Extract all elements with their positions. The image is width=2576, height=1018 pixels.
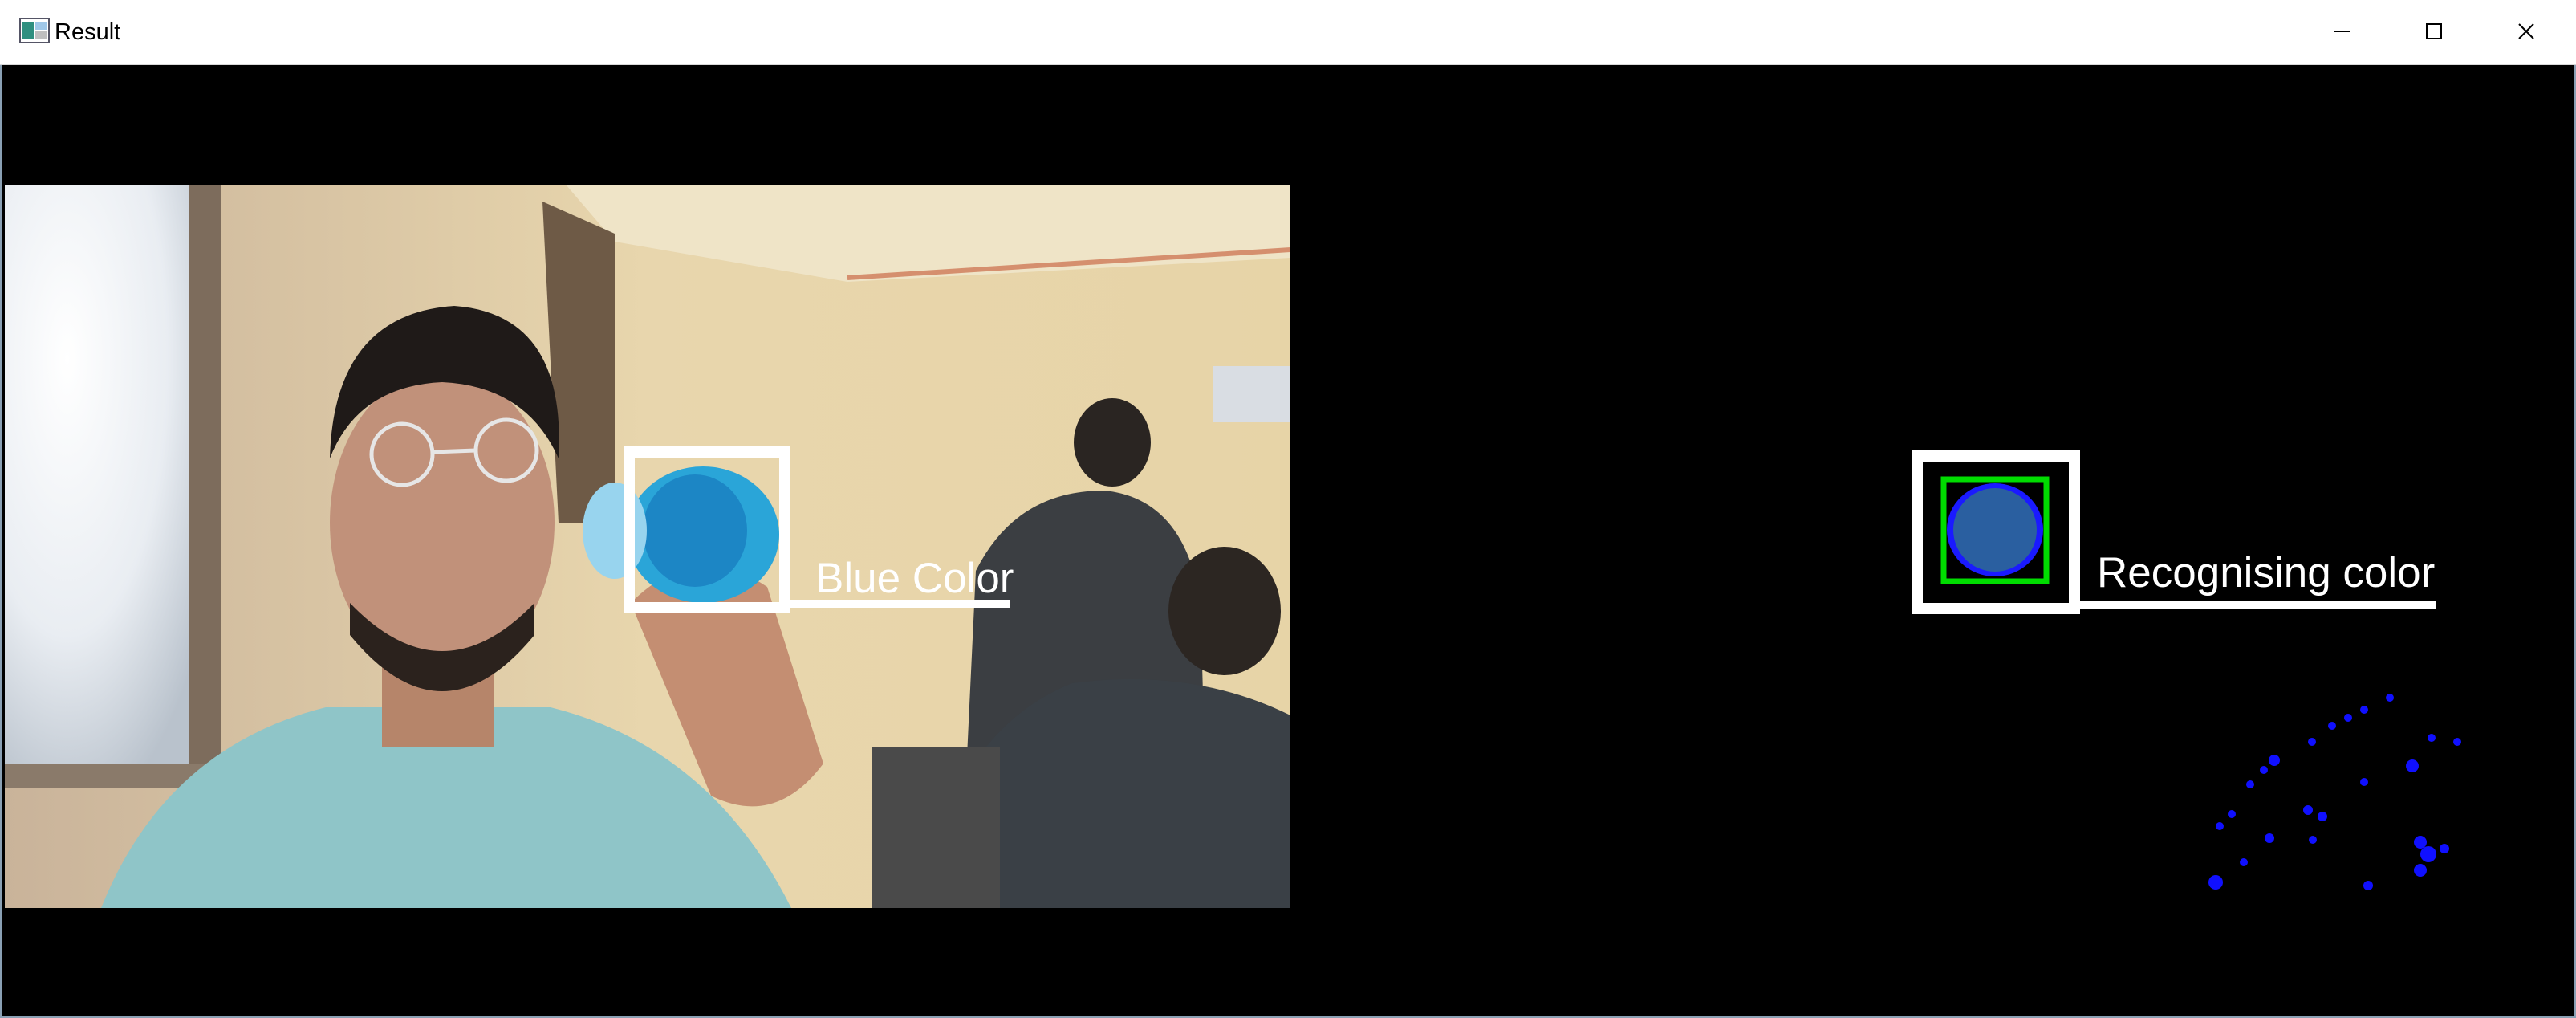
opencv-window-icon xyxy=(19,18,50,43)
minimize-icon xyxy=(2333,31,2350,32)
maximize-button[interactable] xyxy=(2387,0,2480,63)
title-bar[interactable]: Result xyxy=(0,0,2576,65)
webcam-image xyxy=(5,185,1290,908)
detected-color-label: Blue Color xyxy=(815,555,1014,602)
minimize-button[interactable] xyxy=(2295,0,2387,63)
webcam-frame xyxy=(5,185,1290,908)
mask-noise-dots xyxy=(2208,694,2461,890)
window-title: Result xyxy=(55,19,121,45)
maximize-icon xyxy=(2425,23,2442,39)
color-mask-view xyxy=(1912,450,2436,614)
result-canvas: Blue Color Recognising color xyxy=(5,65,2571,1013)
close-icon xyxy=(2517,23,2534,39)
recognising-color-label: Recognising color xyxy=(2097,549,2436,597)
close-button[interactable] xyxy=(2480,0,2572,63)
